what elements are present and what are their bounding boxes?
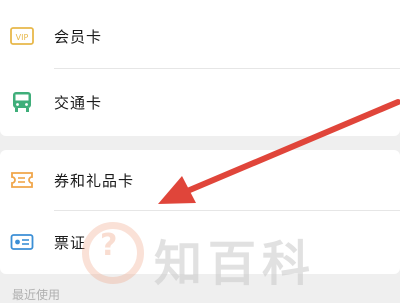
svg-text:VIP: VIP — [16, 33, 29, 42]
menu-item-transit-card[interactable]: 交通卡 — [0, 72, 400, 132]
bus-icon — [10, 90, 34, 114]
menu-item-label: 会员卡 — [54, 27, 103, 46]
menu-item-label: 票证 — [54, 233, 87, 252]
menu-item-tickets[interactable]: 票证 — [0, 212, 400, 272]
coupon-icon — [10, 168, 34, 192]
recently-used-heading: 最近使用 — [12, 288, 61, 302]
menu-item-label: 交通卡 — [54, 93, 103, 112]
menu-item-coupons-gift-cards[interactable]: 券和礼品卡 — [0, 150, 400, 210]
cards-group-bottom: 券和礼品卡 票证 — [0, 150, 400, 274]
vip-card-icon: VIP — [10, 24, 34, 48]
divider — [54, 210, 400, 211]
id-card-icon — [10, 230, 34, 254]
menu-item-label: 券和礼品卡 — [54, 171, 135, 190]
cards-group-top: VIP 会员卡 交通卡 — [0, 0, 400, 136]
menu-item-membership-card[interactable]: VIP 会员卡 — [0, 6, 400, 66]
divider — [54, 68, 400, 69]
